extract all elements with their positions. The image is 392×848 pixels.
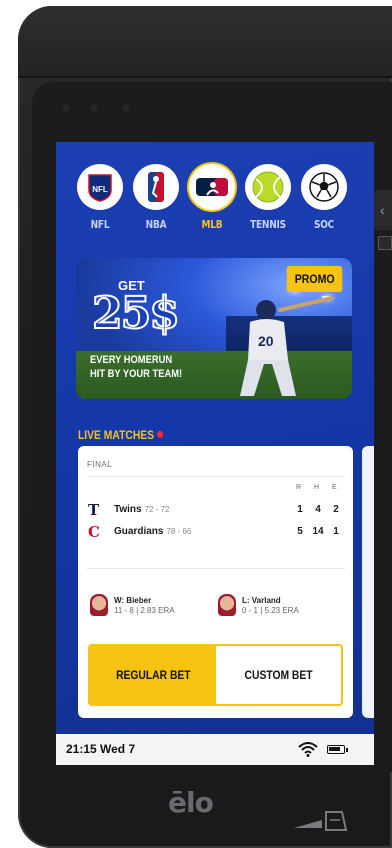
live-indicator-dot: [157, 431, 164, 438]
runs: 5: [297, 526, 303, 537]
app-screen: NFL NFL NBA MLB TENNIS SOC 20 GET 25$ EV…: [56, 142, 374, 765]
wifi-icon: [298, 742, 318, 757]
soccer-ball-icon: [301, 164, 347, 210]
column-header: H: [314, 484, 320, 491]
sport-tennis[interactable]: TENNIS: [242, 164, 294, 231]
status-bar: 21:15 Wed 7: [56, 734, 374, 765]
sensor-dot: [90, 104, 98, 112]
team-row-twins: T Twins 72 - 72 1 4 2: [88, 502, 346, 518]
battery-icon: [327, 745, 348, 754]
sport-nfl[interactable]: NFL NFL: [74, 164, 126, 231]
sport-soccer[interactable]: SOC: [298, 164, 350, 231]
pitcher-stats: 0 - 1 | 5.23 ERA: [242, 606, 299, 615]
nba-logo-icon: [133, 164, 179, 210]
sport-nba[interactable]: NBA: [130, 164, 182, 231]
match-card[interactable]: FINAL R H E T Twins 72 - 72 1 4 2 C Guard…: [78, 446, 353, 718]
team-record: 78 - 66: [166, 527, 192, 536]
errors: 1: [333, 526, 339, 537]
divider: [87, 476, 345, 477]
sport-label: NFL: [90, 218, 110, 231]
next-match-card-peek[interactable]: [362, 446, 374, 718]
column-header: R: [296, 484, 302, 491]
mlb-logo-icon: [189, 164, 235, 210]
hits: 4: [315, 504, 321, 515]
twins-logo-icon: T: [88, 501, 100, 519]
sport-mlb[interactable]: MLB: [186, 164, 238, 231]
clock: 21:15 Wed 7: [66, 742, 136, 756]
avatar: [90, 594, 108, 616]
pitcher-name: L: Varland: [242, 596, 281, 605]
hits: 14: [312, 526, 324, 537]
sensor-dot: [122, 104, 130, 112]
nfl-logo-icon: NFL: [77, 164, 123, 210]
promo-line-2: HIT BY YOUR TEAM!: [90, 368, 183, 380]
team-row-guardians: C Guardians 78 - 66 5 14 1: [88, 524, 346, 540]
tennis-ball-icon: [245, 164, 291, 210]
custom-bet-button[interactable]: CUSTOM BET: [216, 646, 341, 704]
device-top-cap: [18, 6, 392, 78]
promo-banner[interactable]: 20 GET 25$ EVERY HOMERUN HIT BY YOUR TEA…: [76, 258, 352, 399]
chevron-left-icon[interactable]: ‹: [380, 202, 385, 218]
guardians-logo-icon: C: [88, 523, 100, 541]
sport-label: NBA: [145, 218, 167, 231]
team-name: Guardians 78 - 66: [114, 526, 192, 537]
avatar: [218, 594, 236, 616]
live-matches-label: LIVE MATCHES: [78, 428, 155, 442]
side-square-button[interactable]: [378, 236, 392, 250]
team-record: 72 - 72: [144, 505, 170, 514]
promo-badge: PROMO: [286, 266, 343, 292]
sport-category-row: NFL NFL NBA MLB TENNIS SOC: [74, 164, 374, 234]
bet-options: REGULAR BET CUSTOM BET: [88, 644, 343, 706]
pitcher-name: W: Bieber: [114, 596, 152, 605]
column-header: E: [332, 484, 337, 491]
regular-bet-button[interactable]: REGULAR BET: [90, 646, 216, 704]
errors: 2: [333, 504, 339, 515]
live-matches-title: LIVE MATCHES: [78, 428, 164, 442]
card-reader-icon: [294, 811, 348, 831]
batter-illustration: 20: [240, 296, 334, 396]
camera-dot: [62, 104, 70, 112]
sport-label: SOC: [313, 218, 335, 231]
brand-logo: ēlo: [168, 786, 214, 819]
sport-label: TENNIS: [250, 218, 286, 231]
runs: 1: [297, 504, 303, 515]
promo-amount: 25$: [91, 287, 181, 340]
pitcher-stats: 11 - 8 | 2.83 ERA: [114, 606, 175, 615]
svg-text:NFL: NFL: [92, 185, 108, 194]
jersey-number: 20: [258, 333, 274, 349]
sport-label: MLB: [201, 218, 223, 231]
team-name: Twins 72 - 72: [114, 504, 170, 515]
promo-line-1: EVERY HOMERUN: [90, 354, 173, 366]
divider: [87, 568, 345, 569]
match-status: FINAL: [87, 460, 113, 469]
